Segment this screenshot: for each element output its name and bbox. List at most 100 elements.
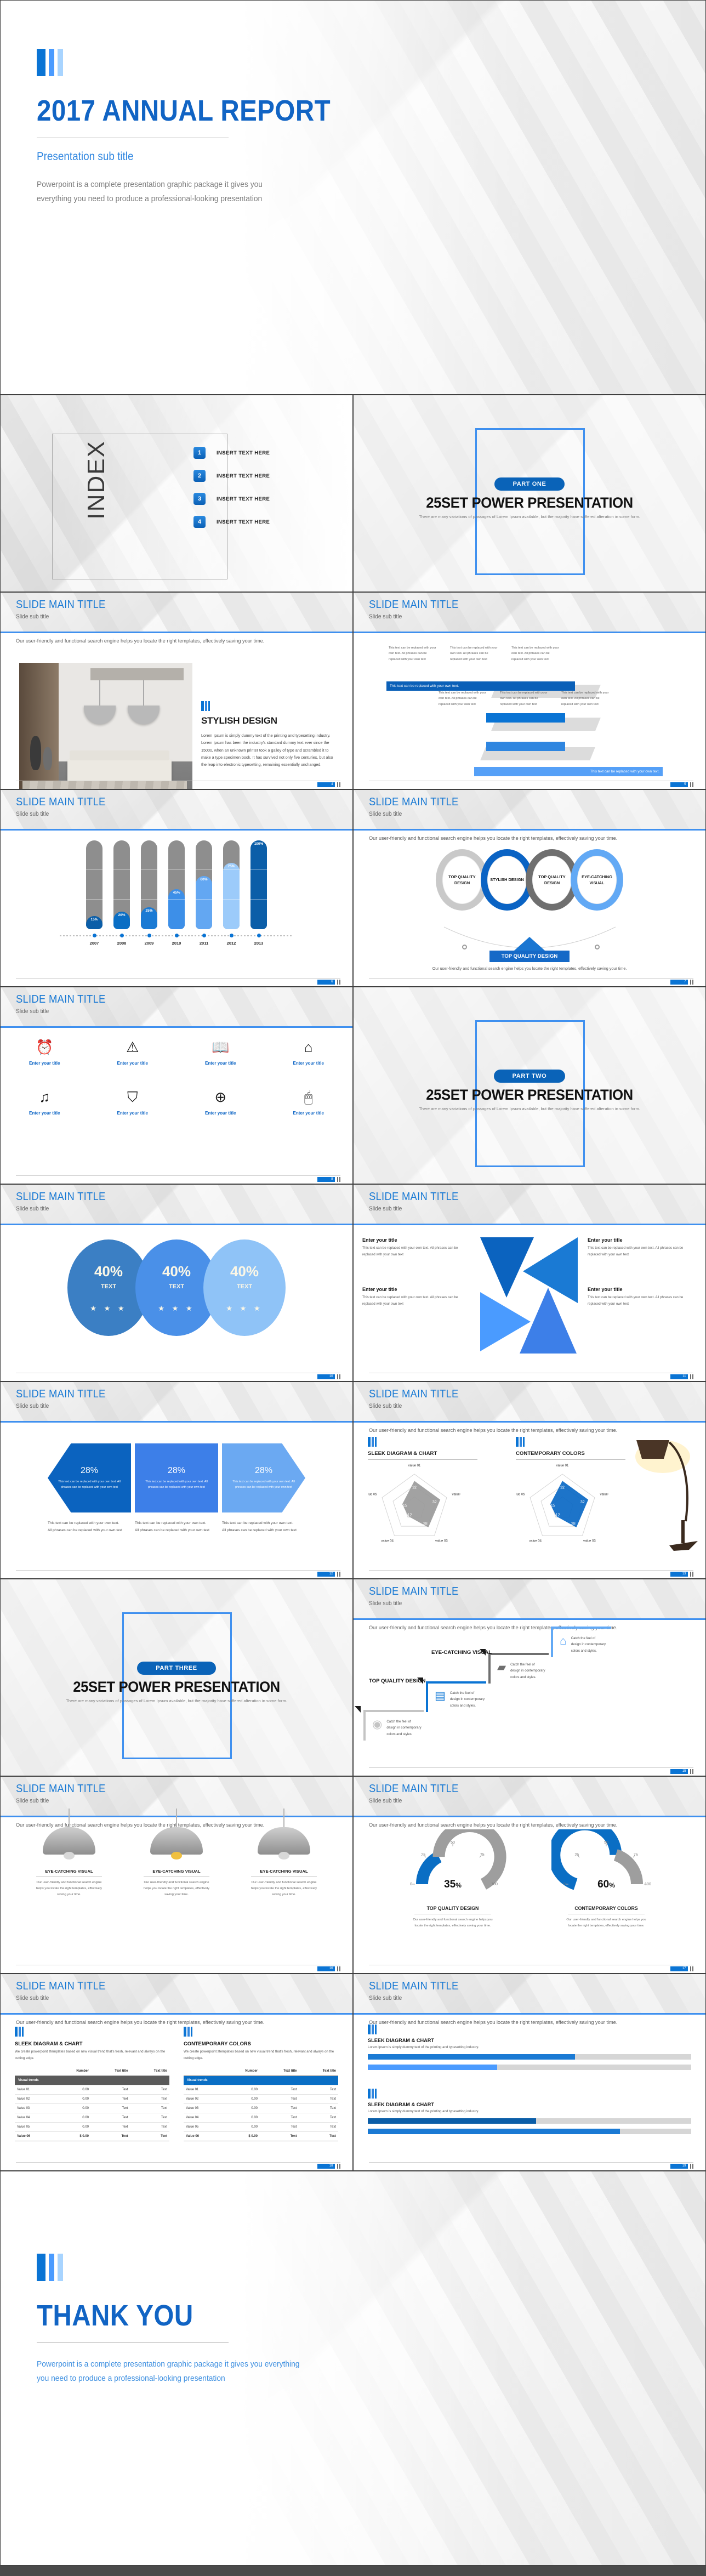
stair-card[interactable]: ▤ Catch the feel of design in contemporar…	[435, 1690, 485, 1709]
table-cell: $ 0.00	[54, 2131, 92, 2141]
index-number: 3	[193, 493, 206, 505]
slide-title: SLIDE MAIN TITLE	[16, 1388, 106, 1400]
table-cell: Value 03	[184, 2103, 223, 2113]
chart-bar: 45%	[168, 840, 185, 929]
header-accent-line	[1, 2013, 352, 2015]
table-header-cell: Text title	[260, 2066, 299, 2076]
slide-stair-flow: SLIDE MAIN TITLE Slide sub title Our use…	[353, 1579, 706, 1776]
hexagon-captions: This text can be replaced with your own …	[1, 1520, 352, 1534]
list-item[interactable]: 1 INSERT TEXT HERE	[193, 447, 270, 459]
stair-card[interactable]: ▰ Catch the feel of design in contemporar…	[497, 1662, 545, 1680]
table-row[interactable]: Value 04 0.00 Text Text	[15, 2113, 169, 2123]
stair-leg	[551, 1627, 553, 1657]
table-title: CONTEMPORARY COLORS	[184, 2040, 251, 2046]
table-row[interactable]: Value 01 0.00 Text Text	[184, 2085, 338, 2095]
presentation-deck: 2017 ANNUAL REPORT Presentation sub titl…	[0, 0, 706, 2566]
item-body: This text can be replaced with your own …	[362, 1246, 458, 1257]
axis-tick: 2009	[141, 934, 157, 946]
index-label: INSERT TEXT HERE	[217, 496, 270, 502]
table-row[interactable]: Value 01 0.00 Text Text	[15, 2085, 169, 2095]
slide-header: SLIDE MAIN TITLE Slide sub title	[354, 1579, 705, 1620]
table-cell: Value 05	[15, 2122, 54, 2132]
stair-text: Catch the feel of design in contemporary…	[386, 1720, 422, 1736]
page-number: 4	[317, 782, 340, 787]
zigzag-bar: This text can be replaced with your own …	[474, 767, 663, 776]
table-cell: Text	[130, 2103, 169, 2113]
slide-subtitle: Slide sub title	[16, 1008, 49, 1015]
percent-value: 40%	[230, 1263, 259, 1280]
icon-cell[interactable]: 📖 Enter your title	[176, 1038, 265, 1067]
percent-value: 40%	[162, 1263, 191, 1280]
list-item[interactable]: 4 INSERT TEXT HERE	[193, 516, 270, 528]
icon-cell[interactable]: ⌂ Enter your title	[265, 1038, 353, 1067]
part-badge: PART ONE	[494, 477, 565, 491]
header-accent-line	[354, 829, 705, 831]
icon-cell[interactable]: 🖱 Enter your title	[265, 1088, 353, 1117]
lamp-card[interactable]: EYE-CATCHING VISUAL Our user-friendly and…	[130, 1809, 223, 1898]
slide-subtitle: Slide sub title	[369, 1205, 402, 1212]
ring-item[interactable]: EYE-CATCHING VISUAL	[571, 849, 623, 911]
lamp-card[interactable]: EYE-CATCHING VISUAL Our user-friendly and…	[238, 1809, 330, 1898]
icon-label: Enter your title	[205, 1061, 236, 1066]
table-header-cell: Number	[54, 2066, 92, 2076]
svg-text:50: 50	[451, 1841, 455, 1845]
icon-label: Enter your title	[29, 1061, 60, 1066]
stair-card[interactable]: ◉ Catch the feel of design in contemporar…	[372, 1719, 422, 1737]
warning-triangle-icon: ⚠	[126, 1039, 139, 1055]
table-row[interactable]: Value 05 0.00 Text Text	[184, 2122, 338, 2132]
table-cell: Value 06	[184, 2131, 223, 2141]
progress-fill	[368, 2065, 497, 2070]
part-description: There are many variations of passages of…	[419, 514, 640, 519]
stair-bar	[363, 1710, 424, 1712]
percent-circle[interactable]: 40% TEXT ★ ★ ★	[203, 1239, 286, 1336]
hexagon-card[interactable]: 28% This text can be replaced with your o…	[48, 1443, 131, 1512]
table-row[interactable]: Value 04 0.00 Text Text	[184, 2113, 338, 2123]
logo-bars-icon	[368, 1437, 499, 1447]
data-table: Number Text title Text title Visual trends V…	[184, 2066, 338, 2141]
header-accent-line	[1, 1026, 352, 1028]
index-number: 2	[193, 470, 206, 482]
svg-text:35%: 35%	[444, 1879, 462, 1890]
hexagon-text: This text can be replaced with your own …	[232, 1480, 295, 1489]
table-row[interactable]: Value 06 $ 0.00 Text Text	[184, 2131, 338, 2141]
icon-cell[interactable]: ♫ Enter your title	[1, 1088, 89, 1117]
hexagon-card[interactable]: 28% This text can be replaced with your o…	[222, 1443, 305, 1512]
progress-fill	[368, 2129, 620, 2134]
table-row[interactable]: Value 02 0.00 Text Text	[15, 2094, 169, 2104]
table-row[interactable]: Value 06 $ 0.00 Text Text	[15, 2131, 169, 2141]
bar-value-label: 20%	[113, 911, 130, 929]
table-row[interactable]: Value 05 0.00 Text Text	[15, 2122, 169, 2132]
slide-header: SLIDE MAIN TITLE Slide sub title	[1, 1974, 352, 2015]
table-row[interactable]: Value 03 0.00 Text Text	[15, 2103, 169, 2113]
svg-text:0: 0	[410, 1883, 412, 1886]
thanks-body-text: Powerpoint is a complete presentation gr…	[37, 2359, 300, 2384]
table-subtitle: We create powerpoint ztemplates based on…	[15, 2050, 166, 2060]
zigzag-caption: This text can be replaced with your own …	[561, 691, 609, 706]
table-cell: Value 02	[184, 2094, 223, 2104]
lamp-card[interactable]: EYE-CATCHING VISUAL Our user-friendly and…	[23, 1809, 115, 1898]
axis-tick: 2008	[113, 934, 130, 946]
table-row[interactable]: Value 02 0.00 Text Text	[184, 2094, 338, 2104]
svg-text:value 03: value 03	[583, 1539, 596, 1543]
list-item[interactable]: 2 INSERT TEXT HERE	[193, 470, 270, 482]
table-row[interactable]: Value 03 0.00 Text Text	[184, 2103, 338, 2113]
ring-label: STYLISH DESIGN	[487, 856, 527, 904]
cover-body-text: Powerpoint is a complete presentation gr…	[37, 180, 263, 204]
table-title: SLEEK DIAGRAM & CHART	[15, 2040, 83, 2046]
triangle-text-block: Enter your title This text can be replac…	[354, 1287, 480, 1307]
slide-header: SLIDE MAIN TITLE Slide sub title	[354, 593, 705, 633]
ring-group: TOP QUALITY DESIGN STYLISH DESIGN TOP QUAL…	[354, 849, 705, 911]
slide-title: SLIDE MAIN TITLE	[16, 1980, 106, 1992]
list-item[interactable]: 3 INSERT TEXT HERE	[193, 493, 270, 505]
icon-cell[interactable]: ⚠ Enter your title	[89, 1038, 177, 1067]
icon-cell[interactable]: ⏰ Enter your title	[1, 1038, 89, 1067]
icon-cell[interactable]: ⊕ Enter your title	[176, 1088, 265, 1117]
header-accent-line	[354, 1224, 705, 1225]
percent-label: TEXT	[168, 1283, 185, 1290]
star-rating: ★ ★ ★	[226, 1304, 263, 1312]
hexagon-card[interactable]: 28% This text can be replaced with your o…	[135, 1443, 218, 1512]
table-cell: Text	[130, 2122, 169, 2132]
stair-card[interactable]: ⌂ Catch the feel of design in contemporar…	[560, 1635, 606, 1654]
lead-text: Our user-friendly and functional search …	[369, 1822, 618, 1828]
icon-cell[interactable]: ⛉ Enter your title	[89, 1088, 177, 1117]
